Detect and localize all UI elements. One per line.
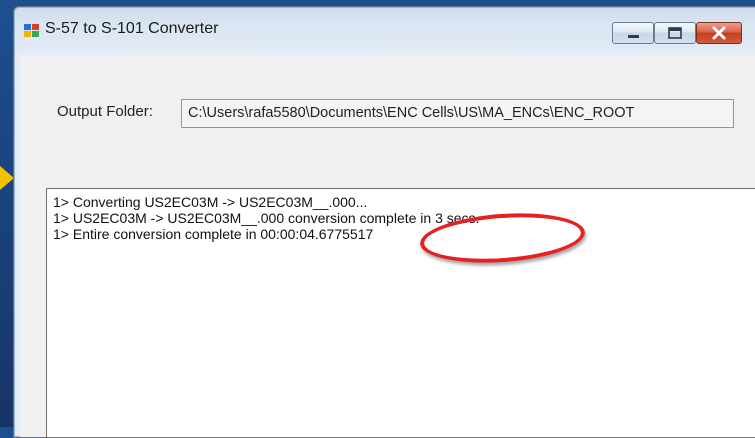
window-title: S-57 to S-101 Converter	[45, 20, 219, 37]
close-icon	[712, 26, 726, 40]
maximize-icon	[668, 27, 682, 39]
pointer-arrow-icon	[0, 166, 14, 190]
minimize-button[interactable]	[612, 22, 654, 44]
minimize-icon	[628, 35, 639, 38]
log-line: 1> Converting US2EC03M -> US2EC03M__.000…	[53, 194, 368, 210]
close-button[interactable]	[696, 22, 742, 44]
app-icon	[24, 24, 39, 37]
log-line: 1> Entire conversion complete in 00:00:0…	[53, 226, 374, 242]
output-folder-label: Output Folder:	[57, 103, 153, 120]
maximize-button[interactable]	[654, 22, 696, 44]
log-line: 1> US2EC03M -> US2EC03M__.000 conversion…	[53, 210, 480, 226]
conversion-log[interactable]: 1> Converting US2EC03M -> US2EC03M__.000…	[46, 188, 755, 438]
output-folder-field[interactable]: C:\Users\rafa5580\Documents\ENC Cells\US…	[181, 99, 734, 128]
title-bar[interactable]: S-57 to S-101 Converter	[14, 7, 755, 55]
